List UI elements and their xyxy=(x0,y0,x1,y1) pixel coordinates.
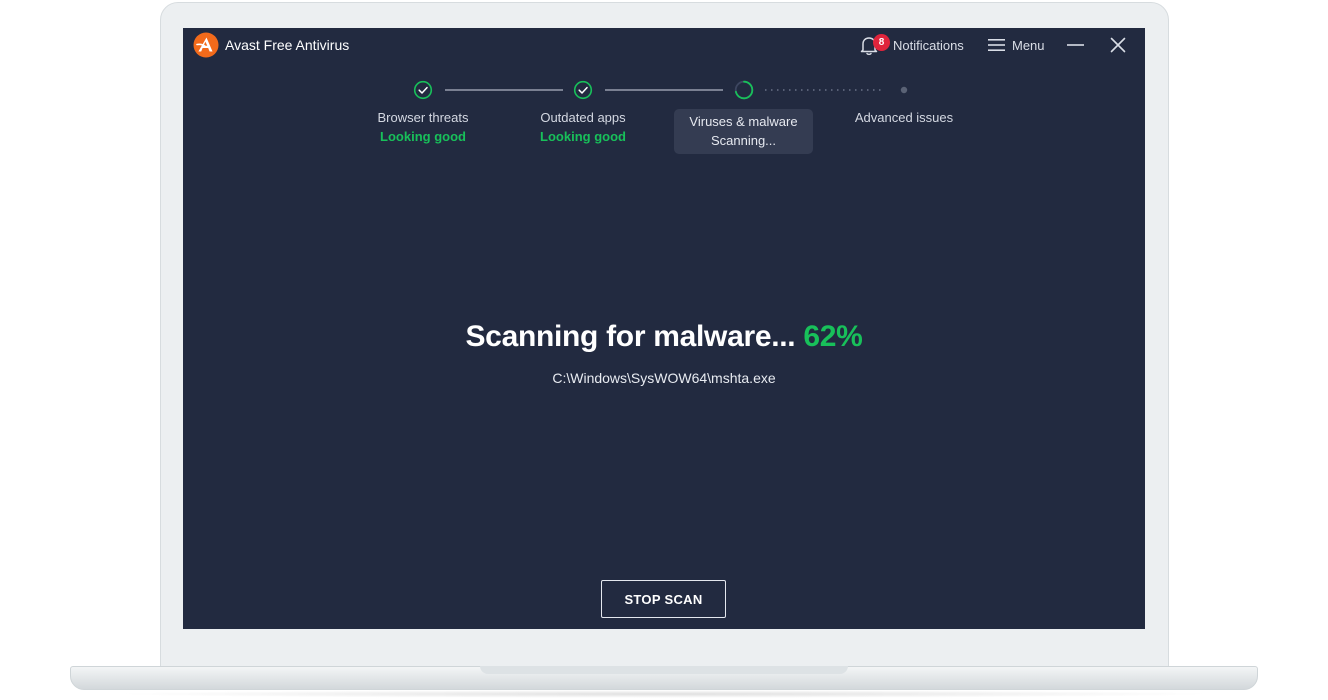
notifications-button[interactable]: 8 Notifications xyxy=(859,33,964,57)
avast-logo-icon xyxy=(193,32,219,58)
step-label: Outdated apps xyxy=(540,110,626,125)
step-status: Scanning... xyxy=(710,133,777,148)
loading-spinner-icon xyxy=(734,80,754,100)
step-status: Looking good xyxy=(540,129,626,144)
minimize-icon[interactable] xyxy=(1065,36,1087,54)
close-icon[interactable] xyxy=(1108,35,1128,55)
stop-scan-button[interactable]: STOP SCAN xyxy=(601,580,726,618)
title-bar: Avast Free Antivirus 8 Notifications Men… xyxy=(183,28,1145,62)
laptop-notch xyxy=(480,666,848,674)
hamburger-icon xyxy=(988,39,1005,51)
notifications-label: Notifications xyxy=(893,37,964,53)
check-circle-icon xyxy=(413,80,433,100)
step-label: Advanced issues xyxy=(854,110,954,125)
step-browser-threats: Browser threats Looking good xyxy=(353,108,493,146)
step-outdated-apps: Outdated apps Looking good xyxy=(513,108,653,146)
step-label: Viruses & malware xyxy=(689,114,798,129)
step-viruses-malware: Viruses & malware Scanning... xyxy=(674,109,813,154)
scan-percent: 62% xyxy=(803,320,863,353)
menu-label: Menu xyxy=(1012,37,1045,53)
scan-stepper xyxy=(413,80,908,100)
notification-count-badge: 8 xyxy=(873,34,890,51)
laptop-shadow xyxy=(110,690,1218,698)
scan-heading-text: Scanning for malware... xyxy=(465,320,796,353)
check-circle-icon xyxy=(573,80,593,100)
bell-icon: 8 xyxy=(859,34,890,56)
app-title: Avast Free Antivirus xyxy=(225,37,350,53)
step-label: Browser threats xyxy=(377,110,469,125)
step-status: Looking good xyxy=(380,129,466,144)
current-file-path: C:\Windows\SysWOW64\mshta.exe xyxy=(552,370,776,386)
app-window: Avast Free Antivirus 8 Notifications Men… xyxy=(183,28,1145,629)
step-advanced-issues: Advanced issues xyxy=(834,108,974,127)
pending-dot-icon xyxy=(900,86,908,94)
menu-button[interactable]: Menu xyxy=(988,35,1045,55)
scan-heading: Scanning for malware... 62% xyxy=(183,320,1145,354)
